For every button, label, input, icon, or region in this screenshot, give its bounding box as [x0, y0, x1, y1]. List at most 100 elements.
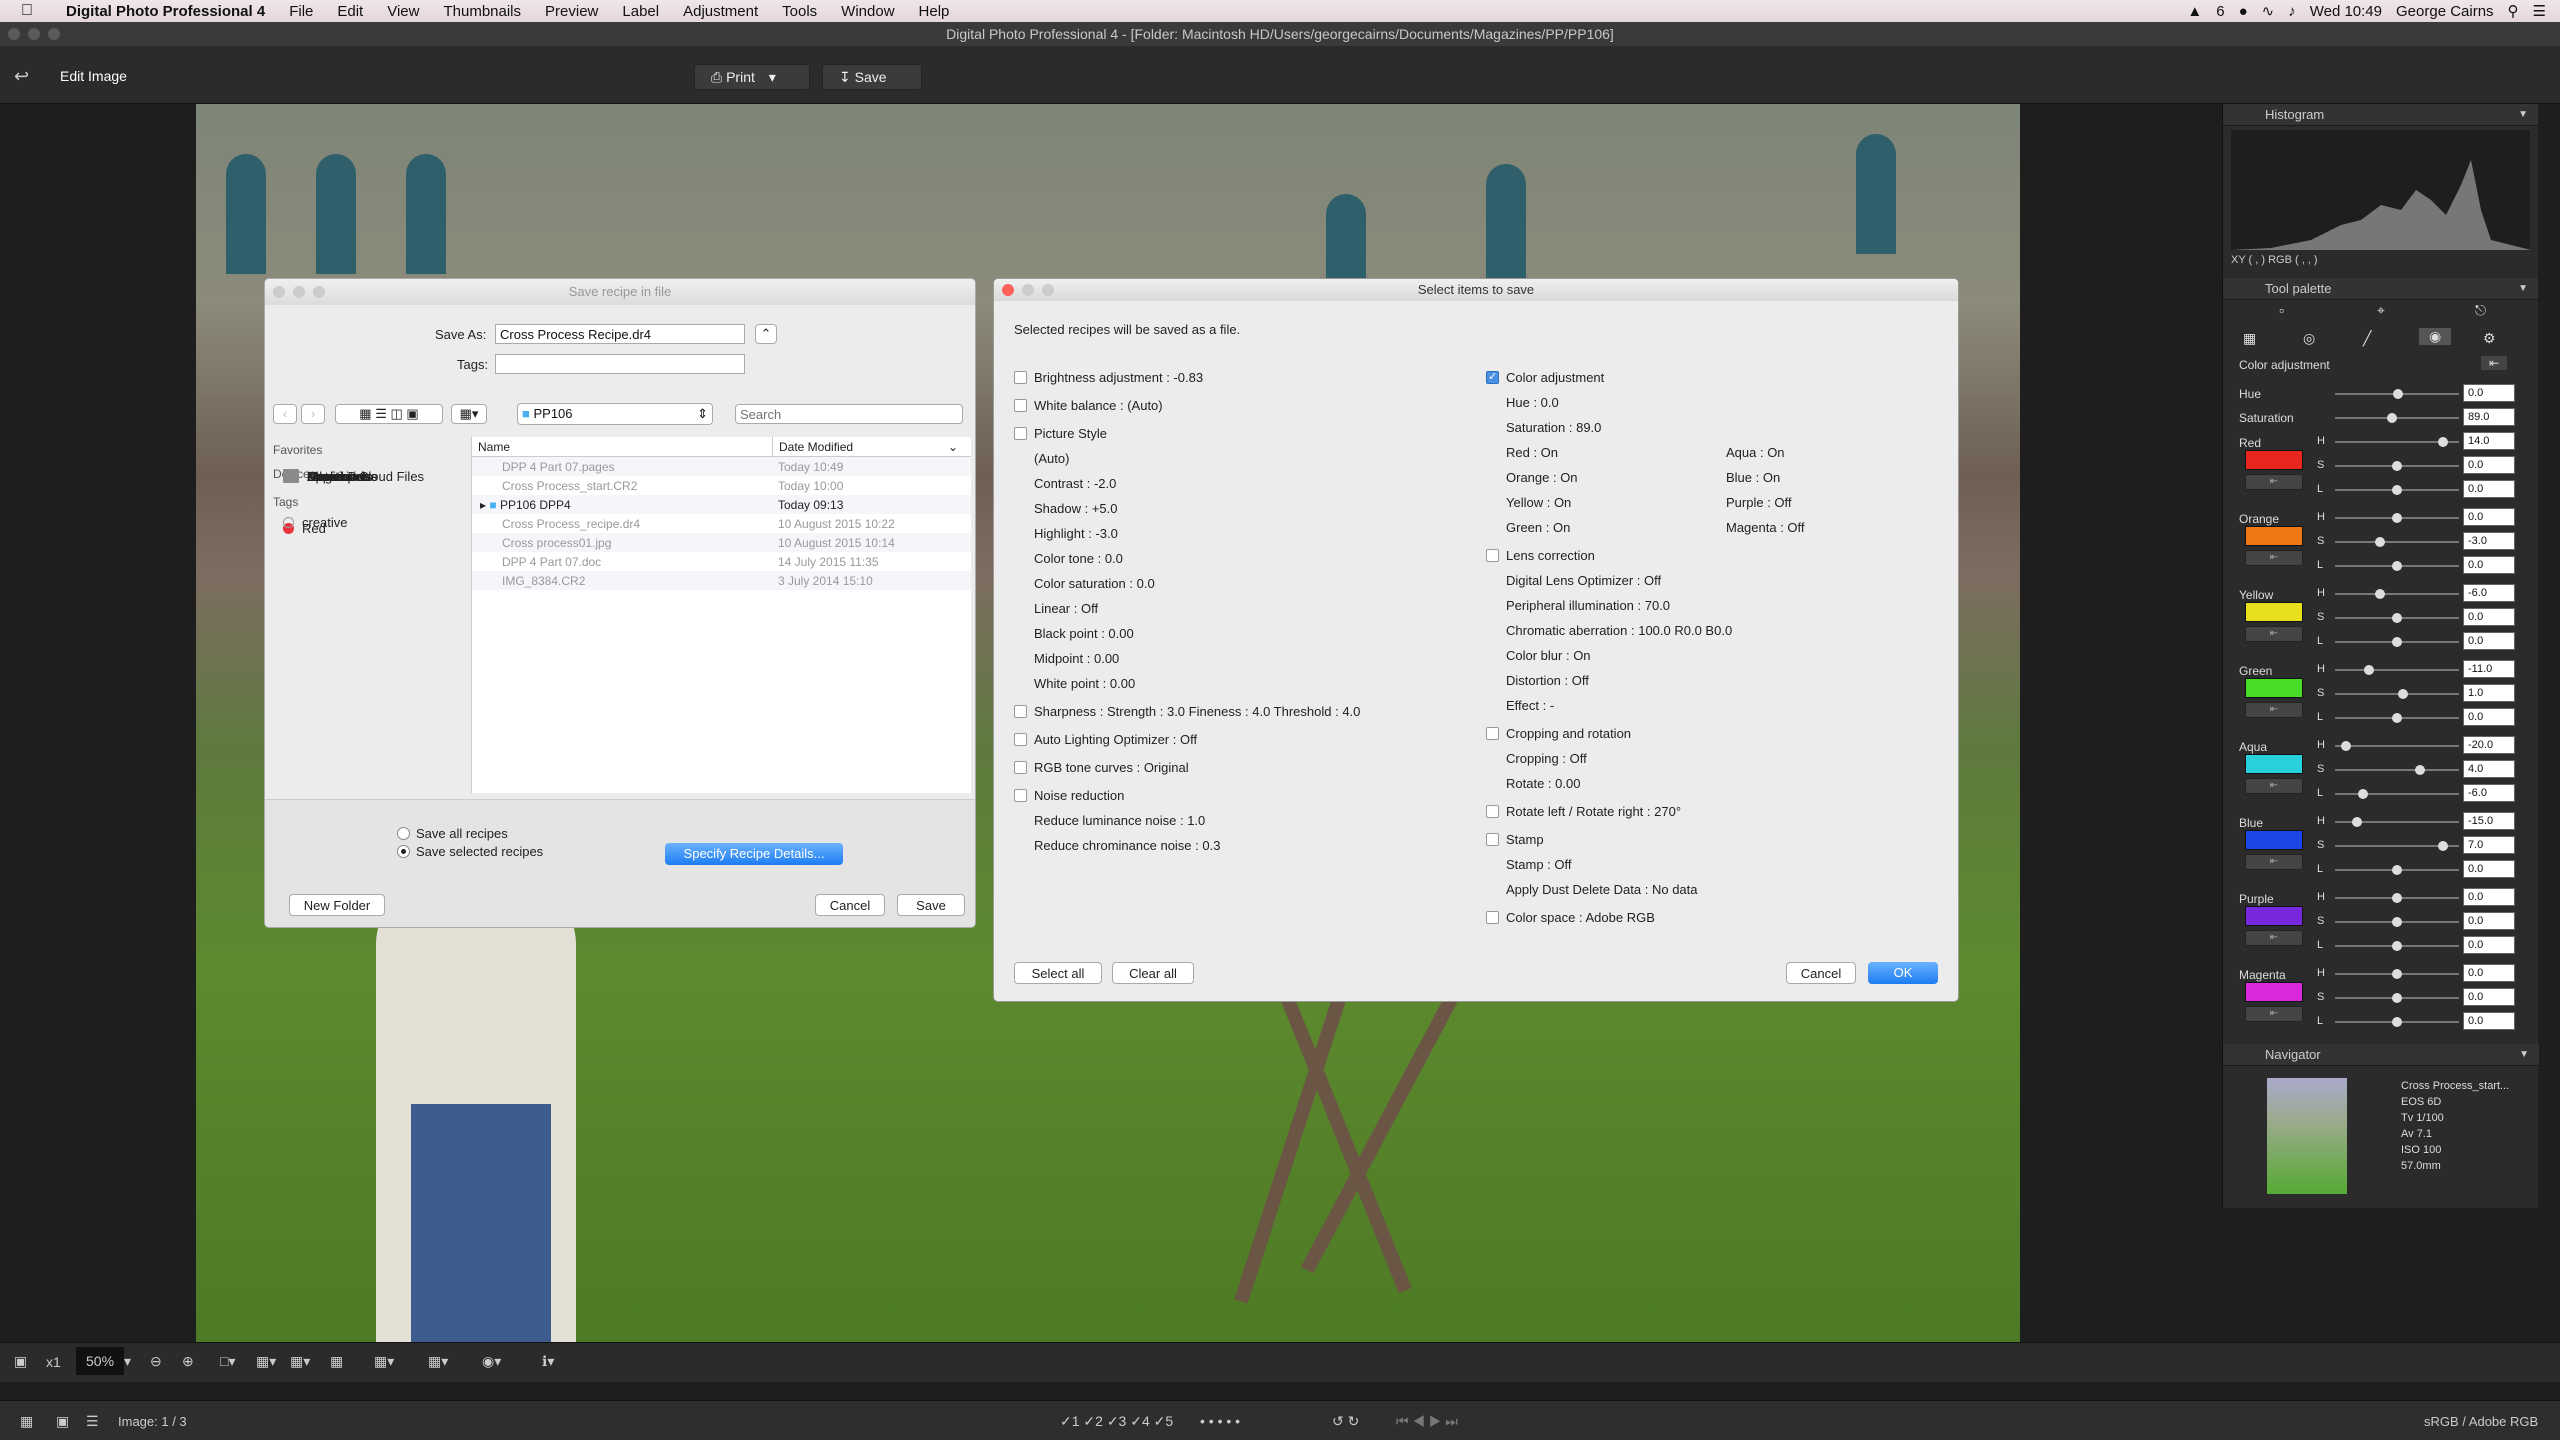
l-value[interactable]: 0.0: [2463, 1012, 2515, 1030]
histogram-header[interactable]: Histogram ▼: [2223, 104, 2538, 126]
rotate-lr-checkbox[interactable]: [1486, 805, 1499, 818]
slider-knob[interactable]: [2393, 389, 2403, 399]
s-value[interactable]: 0.0: [2463, 912, 2515, 930]
curve-tab-icon[interactable]: ╱: [2363, 330, 2371, 347]
slider-knob[interactable]: [2392, 893, 2402, 903]
s-value[interactable]: 0.0: [2463, 988, 2515, 1006]
h-value[interactable]: -20.0: [2463, 736, 2515, 754]
fit-icon[interactable]: ▣: [14, 1353, 27, 1370]
color-adjustment-checkbox[interactable]: [1486, 370, 1499, 384]
l-value[interactable]: 0.0: [2463, 860, 2515, 878]
folder-popup[interactable]: ■ PP106 ⇕: [517, 403, 713, 425]
sharpness-checkbox[interactable]: [1014, 705, 1027, 718]
file-row[interactable]: DPP 4 Part 07.pages Today 10:49: [472, 457, 971, 476]
grid-view-icon[interactable]: ▦: [359, 406, 371, 421]
slider-knob[interactable]: [2437, 841, 2448, 851]
h-slider[interactable]: [2335, 893, 2459, 903]
before-after-icon[interactable]: ◉▾: [482, 1353, 501, 1370]
minimize-icon[interactable]: [28, 28, 40, 40]
h-slider[interactable]: [2335, 969, 2459, 979]
slider-knob[interactable]: [2374, 537, 2385, 547]
white-balance-checkbox[interactable]: [1014, 399, 1027, 412]
menu-help[interactable]: Help: [907, 3, 962, 20]
user-name[interactable]: George Cairns: [2396, 3, 2494, 20]
s-slider[interactable]: [2335, 993, 2459, 1003]
zoom-level[interactable]: 50%: [76, 1347, 125, 1375]
s-value[interactable]: 7.0: [2463, 836, 2515, 854]
select-all-button[interactable]: Select all: [1014, 962, 1102, 984]
list-view-icon[interactable]: ☰: [375, 406, 387, 421]
date-column-header[interactable]: Date Modified: [772, 437, 942, 456]
save-button[interactable]: Save: [897, 894, 965, 916]
collapse-icon[interactable]: ▼: [2519, 1044, 2529, 1066]
zoom-icon[interactable]: [48, 28, 60, 40]
s-value[interactable]: 0.0: [2463, 608, 2515, 626]
color-tab-icon[interactable]: ◉: [2419, 328, 2452, 345]
l-value[interactable]: 0.0: [2463, 480, 2515, 498]
alo-checkbox[interactable]: [1014, 733, 1027, 746]
l-value[interactable]: 0.0: [2463, 556, 2515, 574]
h-value[interactable]: 14.0: [2463, 432, 2515, 450]
slider-knob[interactable]: [2392, 865, 2402, 875]
slider-knob[interactable]: [2392, 461, 2402, 471]
slider-knob[interactable]: [2392, 917, 2402, 927]
crop-tab-icon[interactable]: ⌖: [2377, 302, 2385, 319]
cancel-button[interactable]: Cancel: [1786, 962, 1856, 984]
menu-adjustment[interactable]: Adjustment: [671, 3, 770, 20]
adobe-icon[interactable]: ▲: [2187, 3, 2202, 20]
stamp-tab-icon[interactable]: ⎋: [2475, 302, 2486, 319]
slider-knob[interactable]: [2392, 941, 2402, 951]
close-icon[interactable]: [1002, 284, 1014, 296]
slider-knob[interactable]: [2437, 437, 2448, 447]
s-value[interactable]: 0.0: [2463, 456, 2515, 474]
notification-icon[interactable]: ☰: [2533, 2, 2546, 20]
h-slider[interactable]: [2335, 665, 2459, 675]
arrange-button[interactable]: ▦▾: [451, 404, 487, 424]
hue-value[interactable]: 0.0: [2463, 384, 2515, 402]
slider-knob[interactable]: [2340, 741, 2351, 751]
display-grid-icon[interactable]: ▦▾: [374, 1353, 394, 1370]
tags-input[interactable]: [495, 354, 745, 374]
slider-knob[interactable]: [2374, 589, 2385, 599]
s-slider[interactable]: [2335, 841, 2459, 851]
new-folder-button[interactable]: New Folder: [289, 894, 385, 916]
slider-knob[interactable]: [2392, 993, 2402, 1003]
list-view-icon[interactable]: ☰: [86, 1413, 99, 1430]
s-slider[interactable]: [2335, 689, 2459, 699]
s-slider[interactable]: [2335, 765, 2459, 775]
slider-knob[interactable]: [2392, 637, 2402, 647]
h-value[interactable]: -11.0: [2463, 660, 2515, 678]
ok-button[interactable]: OK: [1868, 962, 1938, 984]
file-row[interactable]: DPP 4 Part 07.doc 14 July 2015 11:35: [472, 552, 971, 571]
l-slider[interactable]: [2335, 1017, 2459, 1027]
app-menu[interactable]: Digital Photo Professional 4: [54, 3, 277, 20]
file-row[interactable]: Cross Process_start.CR2 Today 10:00: [472, 476, 971, 495]
zoom-icon[interactable]: [313, 286, 325, 298]
rotate-icons[interactable]: ↺ ↻: [1332, 1413, 1359, 1430]
l-slider[interactable]: [2335, 941, 2459, 951]
close-icon[interactable]: [273, 286, 285, 298]
l-slider[interactable]: [2335, 561, 2459, 571]
l-slider[interactable]: [2335, 637, 2459, 647]
column-view-icon[interactable]: ◫: [390, 406, 402, 421]
slider-knob[interactable]: [2414, 765, 2425, 775]
back-icon[interactable]: ↩: [14, 66, 29, 87]
h-slider[interactable]: [2335, 741, 2459, 751]
filmstrip-view-icon[interactable]: ▣: [56, 1413, 69, 1430]
search-input[interactable]: [735, 404, 963, 424]
slider-knob[interactable]: [2352, 817, 2363, 827]
slider-knob[interactable]: [2392, 485, 2402, 495]
specify-recipe-details-button[interactable]: Specify Recipe Details...: [665, 843, 843, 865]
menu-label[interactable]: Label: [610, 3, 671, 20]
s-value[interactable]: 4.0: [2463, 760, 2515, 778]
cover-flow-icon[interactable]: ▣: [406, 406, 418, 421]
basic-adjust-tab-icon[interactable]: ▫: [2279, 302, 2284, 318]
file-row[interactable]: Cross process01.jpg 10 August 2015 10:14: [472, 533, 971, 552]
chevron-down-icon[interactable]: ▾: [769, 69, 776, 85]
close-icon[interactable]: [8, 28, 20, 40]
h-value[interactable]: 0.0: [2463, 508, 2515, 526]
file-row[interactable]: Cross Process_recipe.dr4 10 August 2015 1…: [472, 514, 971, 533]
slider-knob[interactable]: [2392, 1017, 2402, 1027]
back-nav-button[interactable]: ‹: [273, 404, 297, 424]
zoom-icon[interactable]: [1042, 284, 1054, 296]
